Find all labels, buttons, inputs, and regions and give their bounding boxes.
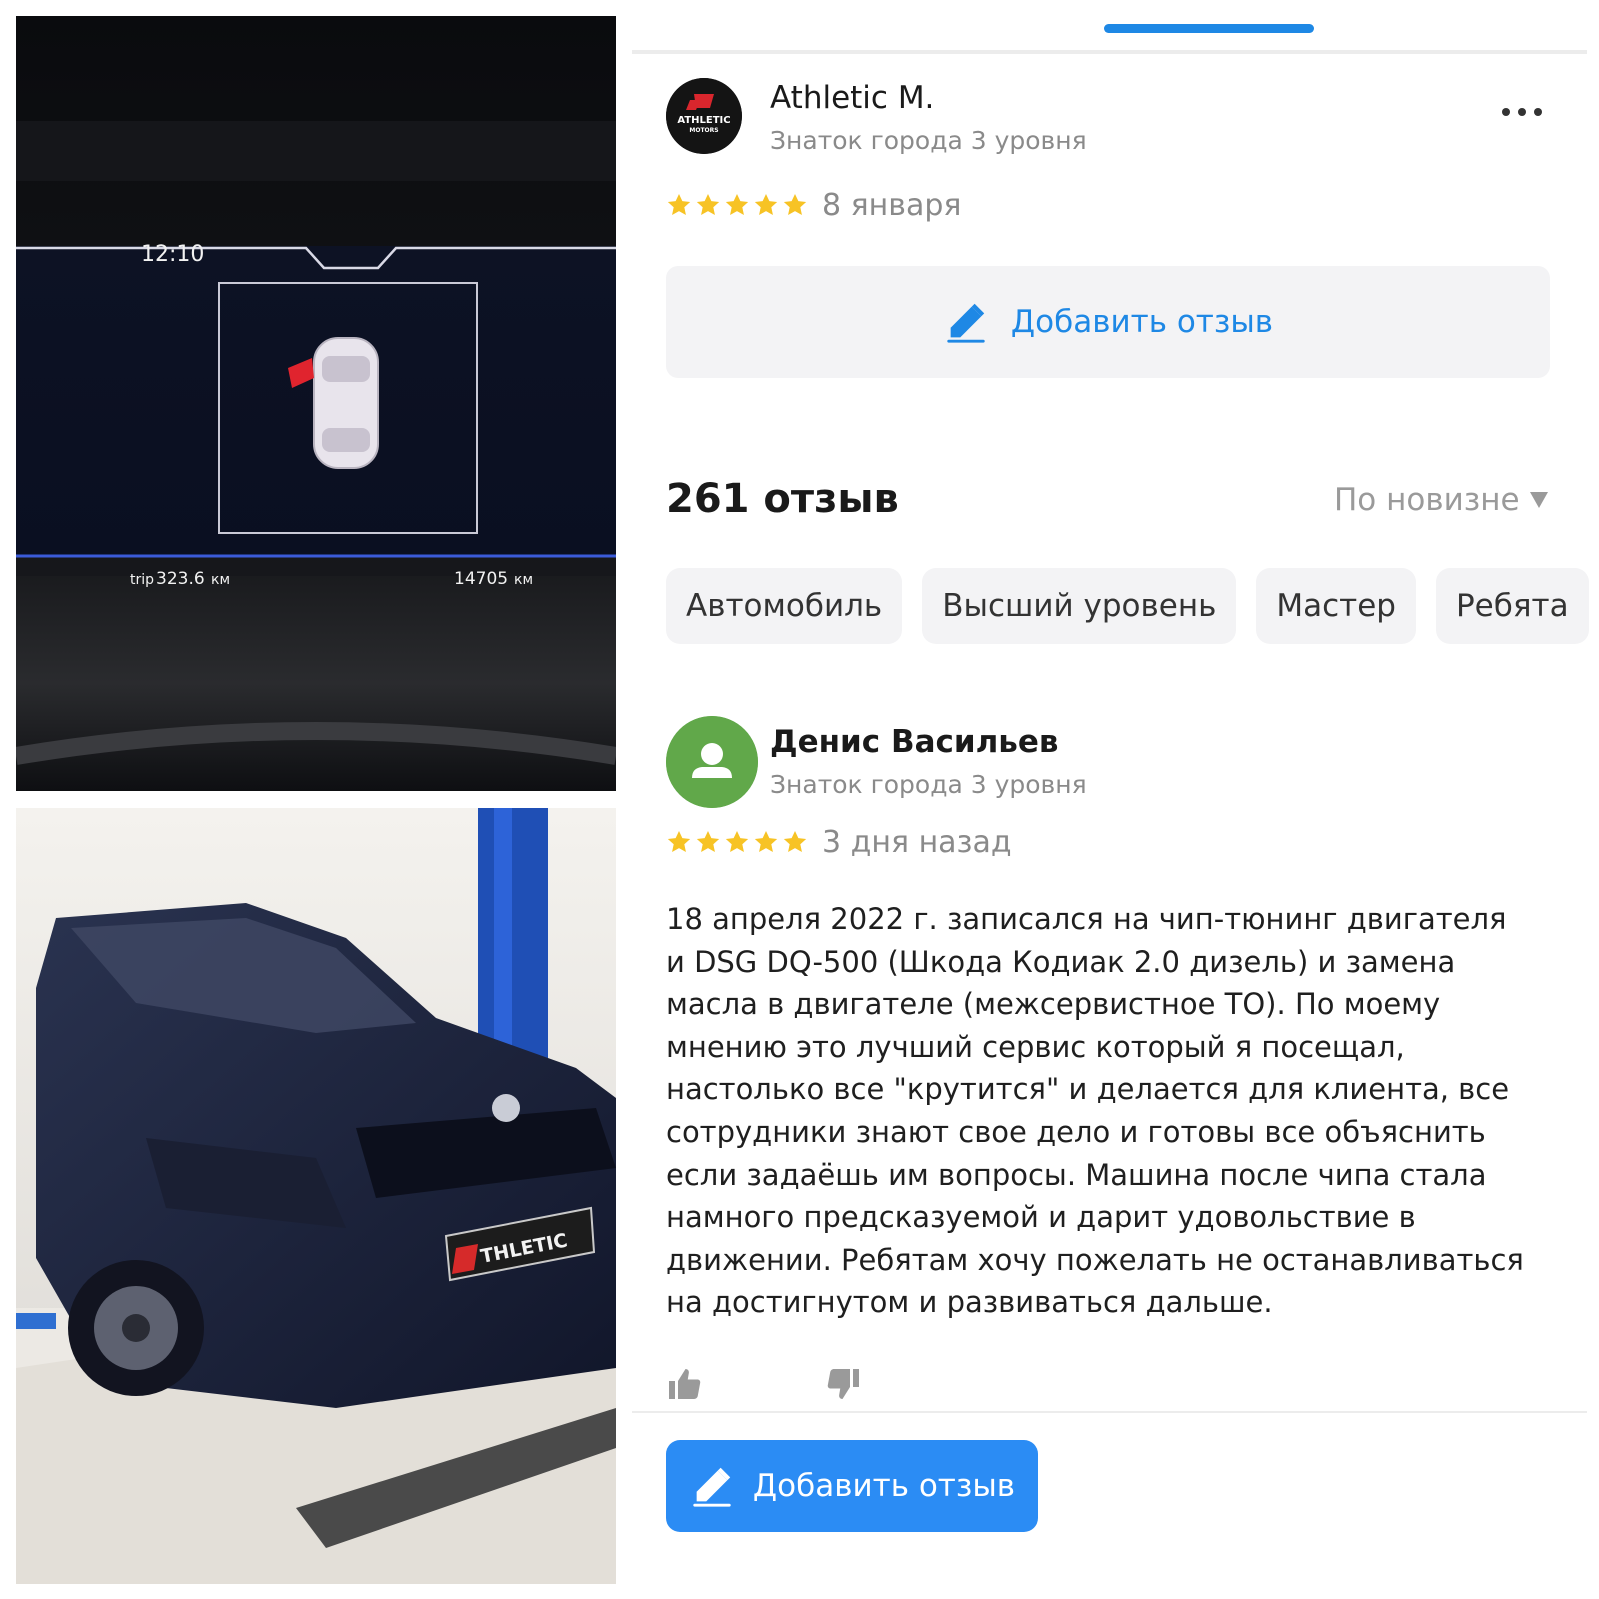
- org-name[interactable]: Athletic M.: [770, 80, 934, 116]
- star-icon: [754, 193, 778, 215]
- reviews-count: 261 отзыв: [666, 476, 899, 522]
- pencil-icon: [947, 303, 985, 343]
- review-author[interactable]: Денис Васильев: [770, 724, 1059, 760]
- add-review-fab-button[interactable]: Добавить отзыв: [666, 1440, 1038, 1532]
- star-icon: [696, 830, 720, 852]
- star-icon: [783, 193, 807, 215]
- star-icon: [696, 193, 720, 215]
- star-icon: [725, 830, 749, 852]
- dashboard-photo: 12:10 trip 323.6 км 14705 км: [16, 16, 616, 791]
- reviews-panel: ATHLETIC MOTORS Athletic M. Знаток город…: [632, 0, 1589, 1599]
- org-level: Знаток города 3 уровня: [770, 126, 1087, 155]
- chip-keyword[interactable]: Ребята: [1435, 568, 1589, 644]
- chip-keyword[interactable]: Высший уровень: [922, 568, 1237, 644]
- org-logo: ATHLETIC MOTORS: [666, 78, 742, 154]
- chip-keyword[interactable]: Мастер: [1256, 568, 1416, 644]
- org-review-date: 8 января: [822, 188, 962, 223]
- star-icon: [754, 830, 778, 852]
- more-horizontal-icon[interactable]: [1502, 104, 1542, 120]
- review-rating-stars: [666, 829, 808, 855]
- add-review-button-label: Добавить отзыв: [1010, 304, 1274, 340]
- org-logo-text-top: ATHLETIC: [677, 115, 730, 126]
- avatar[interactable]: [666, 716, 758, 808]
- sheet-drag-handle[interactable]: [1104, 24, 1314, 33]
- org-logo-text-bottom: MOTORS: [689, 127, 718, 134]
- sort-dropdown[interactable]: По новизне: [1334, 482, 1520, 518]
- dash-trip-label: trip: [130, 572, 154, 588]
- review-text: 18 апреля 2022 г. записался на чип-тюнин…: [666, 902, 1524, 1320]
- dash-trip-unit: км: [211, 572, 230, 588]
- org-rating-stars: [666, 192, 808, 218]
- add-review-button[interactable]: Добавить отзыв: [666, 266, 1550, 378]
- divider: [632, 1411, 1587, 1413]
- dash-odometer-unit: км: [514, 572, 533, 588]
- keyword-chips: Автомобиль Высший уровень Мастер Ребята: [666, 568, 1589, 644]
- dash-odometer-value: 14705: [454, 569, 508, 589]
- review-author-level: Знаток города 3 уровня: [770, 770, 1087, 799]
- star-icon: [667, 193, 691, 215]
- chip-keyword[interactable]: Автомобиль: [666, 568, 903, 644]
- divider: [632, 50, 1587, 54]
- star-icon: [667, 830, 691, 852]
- pencil-icon: [693, 1467, 731, 1507]
- thumbs-up-icon[interactable]: [666, 1366, 702, 1402]
- add-review-fab-label: Добавить отзыв: [752, 1468, 1016, 1504]
- dash-trip-value: 323.6: [156, 569, 205, 589]
- star-icon: [725, 193, 749, 215]
- review-date: 3 дня назад: [822, 825, 1012, 860]
- triangle-down-icon[interactable]: [1530, 492, 1548, 508]
- star-icon: [783, 830, 807, 852]
- car-photo: THLETIC: [16, 808, 616, 1584]
- thumbs-down-icon[interactable]: [826, 1366, 862, 1402]
- dash-clock: 12:10: [141, 242, 204, 267]
